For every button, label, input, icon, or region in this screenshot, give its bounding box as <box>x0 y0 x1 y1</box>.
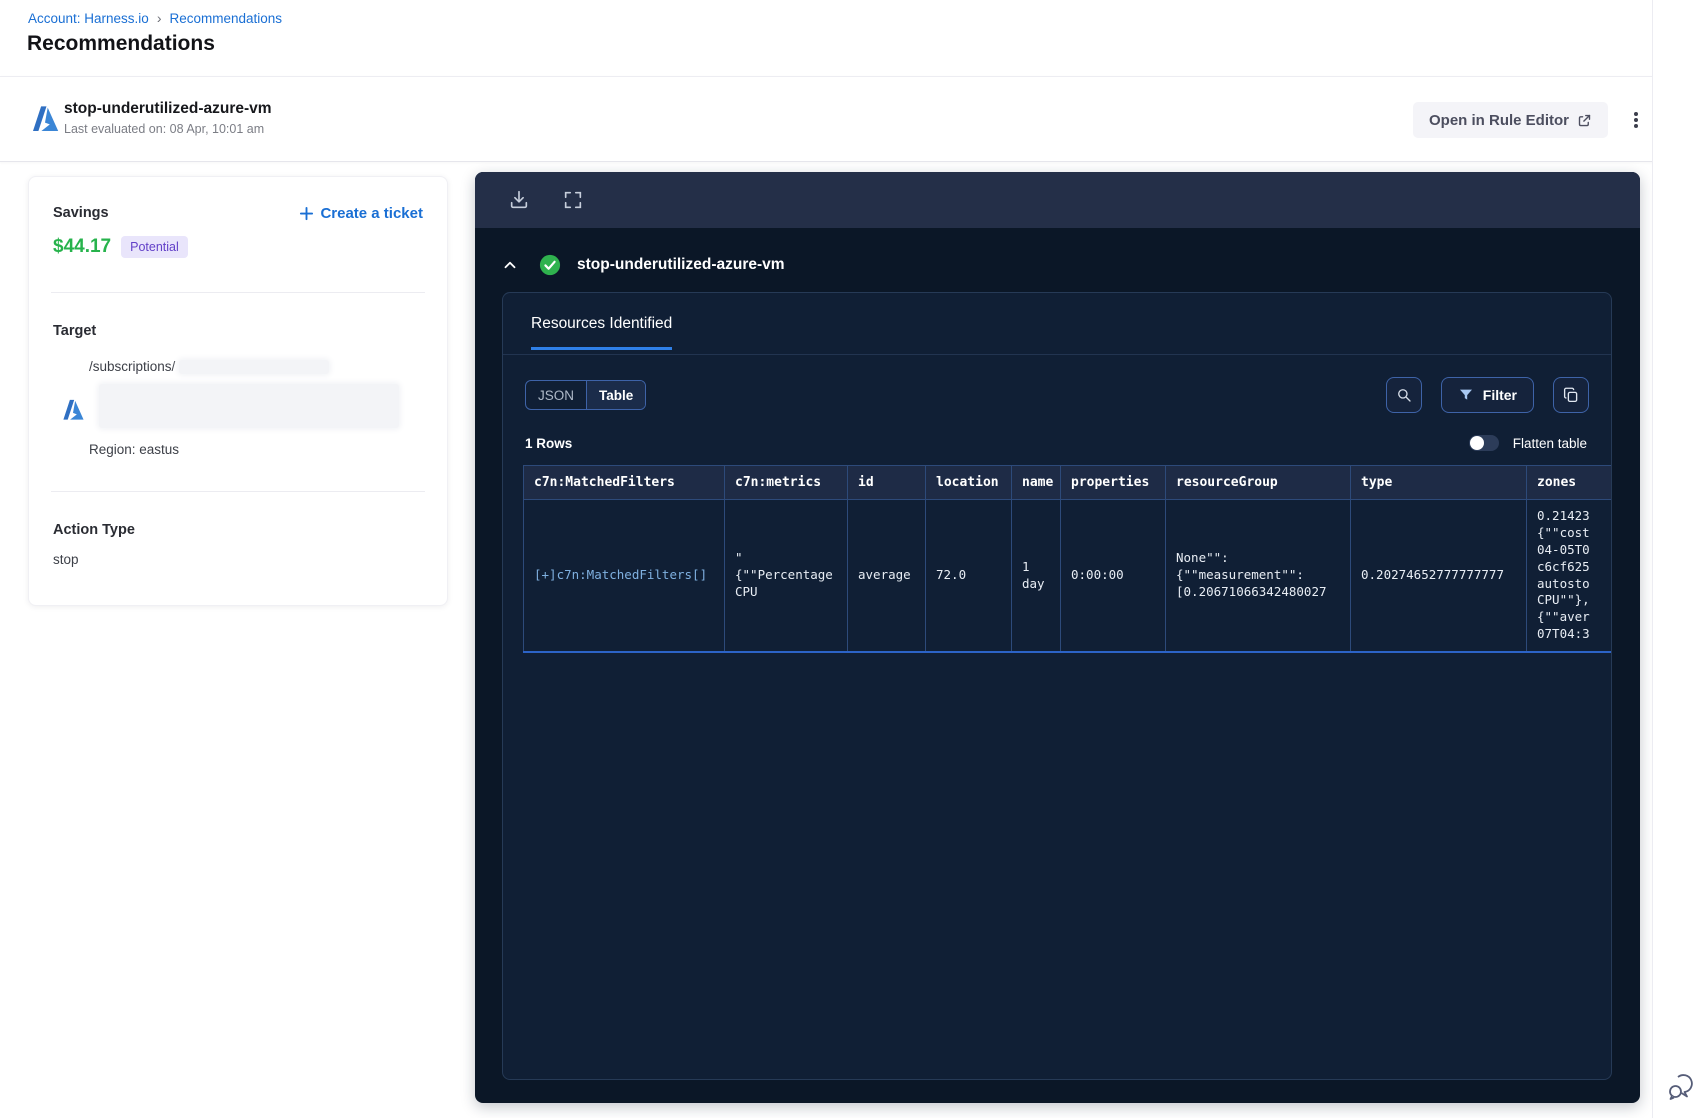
cell-zones: 0.21423 {""cost 04-05T0 c6cf625 autosto … <box>1526 499 1611 653</box>
savings-label: Savings <box>53 205 109 221</box>
breadcrumb-separator: › <box>156 10 162 26</box>
rows-row: 1 Rows Flatten table <box>525 435 1587 451</box>
col-zones: zones <box>1526 465 1611 500</box>
redacted-value <box>179 359 330 374</box>
redacted-value <box>99 384 399 428</box>
table-controls: JSON Table Filter <box>525 377 1589 413</box>
breadcrumb-account-link[interactable]: Account: Harness.io <box>28 11 149 26</box>
resources-table-container[interactable]: c7n:MatchedFilters c7n:metrics id locati… <box>523 465 1611 653</box>
check-circle-icon <box>539 254 561 276</box>
open-rule-editor-button[interactable]: Open in Rule Editor <box>1412 102 1608 138</box>
col-properties: properties <box>1060 465 1166 500</box>
create-ticket-label: Create a ticket <box>320 205 423 222</box>
recommendation-title: stop-underutilized-azure-vm <box>64 100 272 117</box>
recommendation-last-evaluated: Last evaluated on: 08 Apr, 10:01 am <box>64 122 265 136</box>
recommendation-header: stop-underutilized-azure-vm Last evaluat… <box>0 76 1706 162</box>
cell-type: 0.20274652777777777 <box>1350 499 1527 653</box>
cell-name: 1 day <box>1011 499 1061 653</box>
col-id: id <box>847 465 926 500</box>
page-title: Recommendations <box>27 32 215 55</box>
recommendations-page: Account: Harness.io › Recommendations Re… <box>0 0 1706 1118</box>
copy-button[interactable] <box>1553 377 1589 413</box>
open-rule-editor-label: Open in Rule Editor <box>1428 111 1569 129</box>
col-resourcegroup: resourceGroup <box>1165 465 1351 500</box>
download-icon[interactable] <box>505 186 533 214</box>
external-link-icon <box>1578 114 1591 126</box>
table-row: [+]c7n:MatchedFilters[] " {""Percentage … <box>523 499 1611 653</box>
target-region: Region: eastus <box>89 442 180 457</box>
col-c7n-matchedfilters: c7n:MatchedFilters <box>523 465 725 500</box>
flatten-table-toggle[interactable] <box>1468 435 1499 451</box>
table-header-row: c7n:MatchedFilters c7n:metrics id locati… <box>523 465 1611 500</box>
chevron-up-icon[interactable] <box>501 254 523 276</box>
target-label: Target <box>53 323 97 339</box>
col-location: location <box>925 465 1012 500</box>
col-type: type <box>1350 465 1527 500</box>
savings-value: $44.17 <box>53 236 112 257</box>
breadcrumb-recommendations-link[interactable]: Recommendations <box>169 11 282 26</box>
breadcrumb: Account: Harness.io › Recommendations <box>28 10 282 26</box>
chat-help-icon[interactable] <box>1664 1070 1698 1104</box>
azure-icon <box>33 106 59 131</box>
flatten-table-label: Flatten table <box>1512 435 1587 451</box>
copy-icon <box>1563 387 1578 403</box>
kebab-menu-icon[interactable] <box>1626 107 1652 133</box>
target-path: /subscriptions/ <box>89 359 176 374</box>
create-ticket-button[interactable]: Create a ticket <box>299 205 423 222</box>
col-c7n-metrics: c7n:metrics <box>724 465 848 500</box>
potential-badge: Potential <box>121 236 188 258</box>
tab-bar: Resources Identified <box>503 293 1611 355</box>
resources-card: Resources Identified JSON Table Filter 1… <box>502 292 1612 1080</box>
action-type-label: Action Type <box>53 522 135 538</box>
filter-button-label: Filter <box>1482 387 1517 403</box>
divider <box>51 491 425 492</box>
tab-resources-identified[interactable]: Resources Identified <box>531 315 673 350</box>
panel-titlebar: stop-underutilized-azure-vm <box>475 228 1640 276</box>
search-button[interactable] <box>1385 377 1422 413</box>
plus-icon <box>300 206 314 221</box>
cell-id: average <box>847 499 926 653</box>
panel-toolbar <box>475 172 1640 228</box>
page-gutter <box>1652 0 1706 1118</box>
cell-c7n-metrics: " {""Percentage CPU <box>724 499 848 653</box>
azure-icon <box>63 399 84 420</box>
search-icon <box>1397 389 1411 402</box>
filter-button[interactable]: Filter <box>1440 377 1534 413</box>
summary-card: Savings Create a ticket $44.17 Potential… <box>28 176 448 606</box>
cell-matchedfilters-expand-link[interactable]: [+]c7n:MatchedFilters[] <box>523 499 725 653</box>
view-toggle-json[interactable]: JSON <box>526 381 586 409</box>
resources-table: c7n:MatchedFilters c7n:metrics id locati… <box>523 465 1611 653</box>
view-toggle: JSON Table <box>525 380 647 410</box>
fullscreen-icon[interactable] <box>559 186 587 214</box>
view-toggle-table[interactable]: Table <box>586 381 646 409</box>
cell-resourcegroup: None"": {""measurement"": [0.20671066342… <box>1165 499 1351 653</box>
rows-count: 1 Rows <box>525 435 573 451</box>
col-name: name <box>1011 465 1061 500</box>
resources-panel: stop-underutilized-azure-vm Resources Id… <box>475 172 1640 1103</box>
divider <box>51 292 425 293</box>
filter-icon <box>1459 389 1472 400</box>
panel-recommendation-name: stop-underutilized-azure-vm <box>577 256 785 273</box>
cell-location: 72.0 <box>925 499 1012 653</box>
cell-properties: 0:00:00 <box>1060 499 1166 653</box>
action-type-value: stop <box>53 552 79 567</box>
